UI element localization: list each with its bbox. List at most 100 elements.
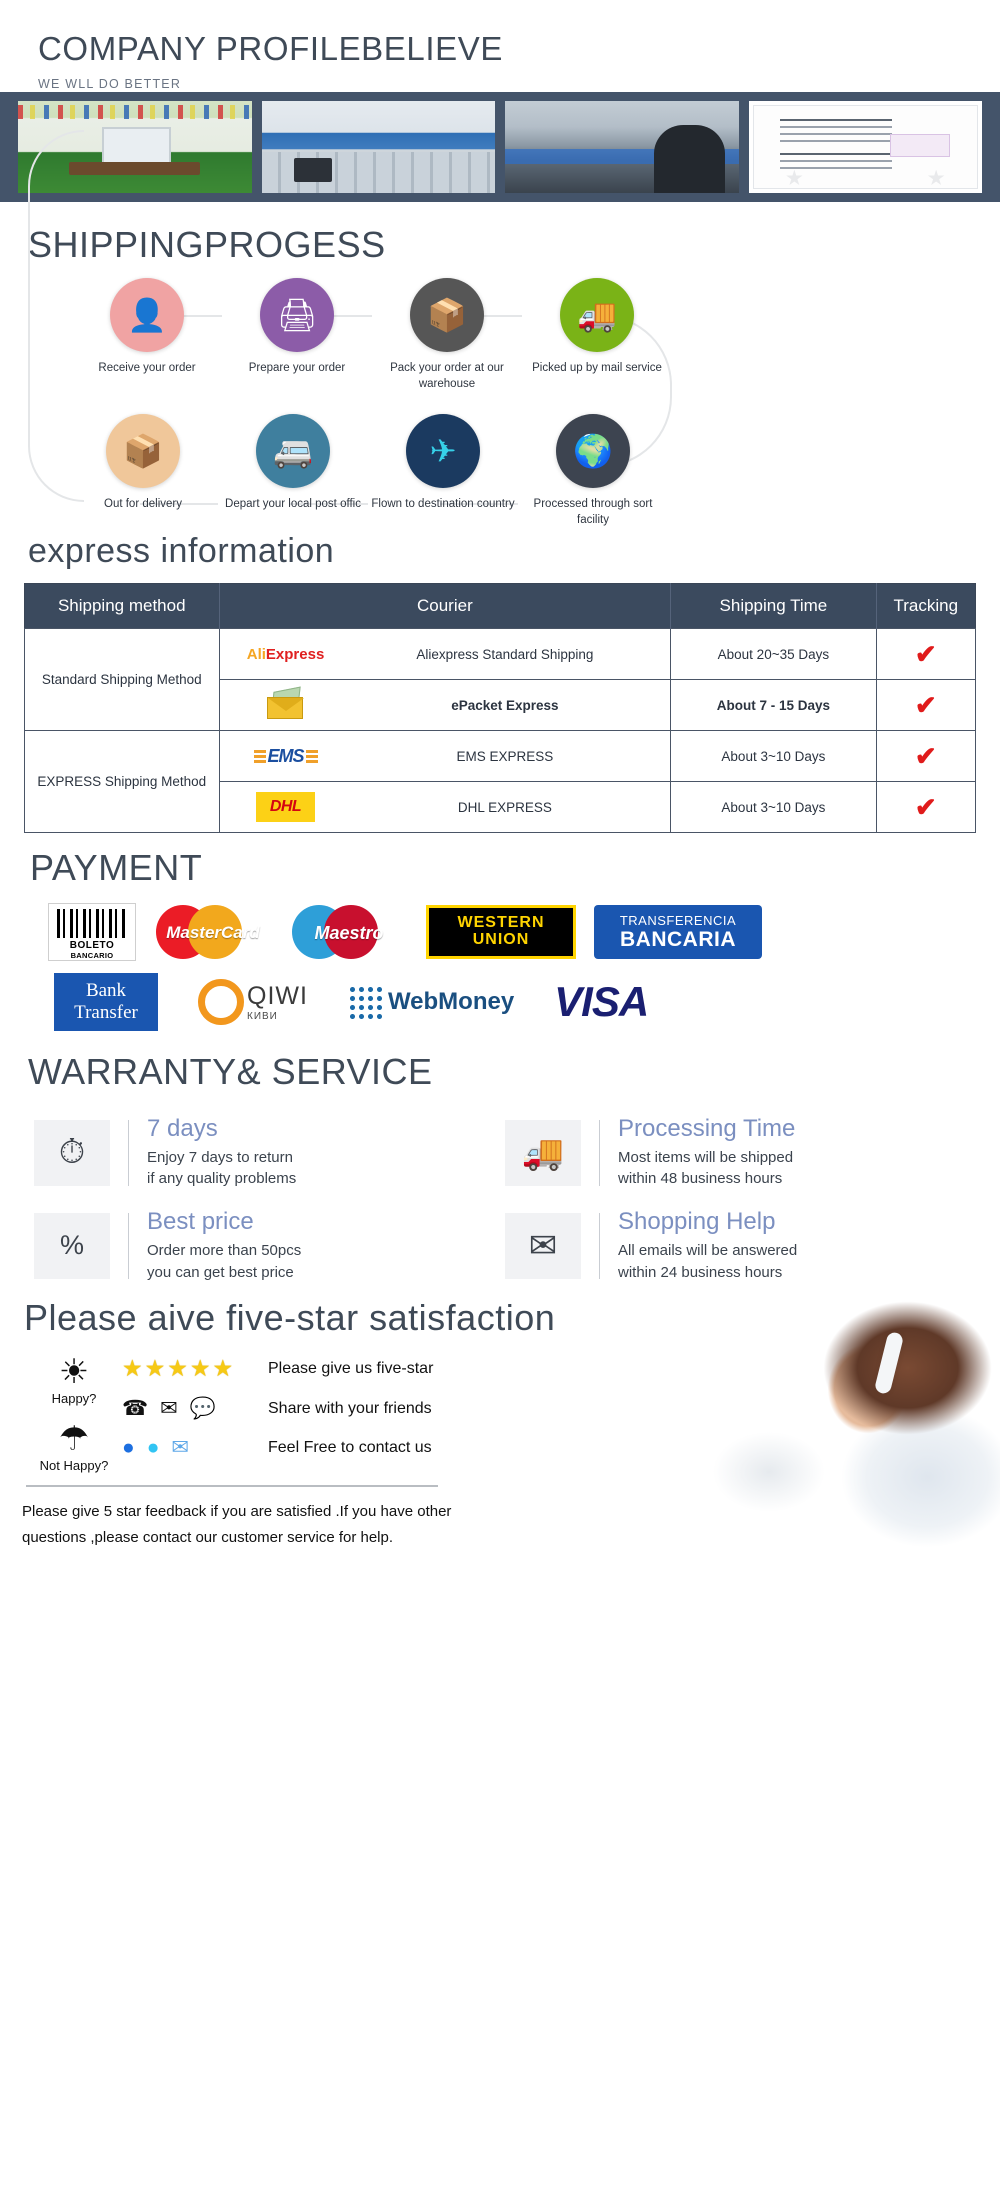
star-icon[interactable]: ★ xyxy=(213,1357,234,1380)
maestro-logo: Maestro xyxy=(290,903,408,961)
warranty-card-line1: Most items will be shipped xyxy=(618,1148,794,1166)
divider xyxy=(26,1485,438,1488)
shipping-step-label: Pack your order at our warehouse xyxy=(390,362,504,390)
cell-courier: ePacket Express xyxy=(218,679,672,732)
delivery-truck-icon: 🚚 xyxy=(505,1119,581,1186)
truck-icon: 🚚 xyxy=(560,278,634,352)
email-icon[interactable]: ✉ xyxy=(171,1437,189,1458)
shipping-step: 👤 Receive your order xyxy=(72,278,222,377)
table-row: Standard Shipping Method AliExpress Alie… xyxy=(24,628,977,732)
feedback-rows: ★ ★ ★ ★ ★ Please give us five-star ☎ ✉ 💬… xyxy=(122,1351,1000,1473)
payment-logos-row-2: Bank Transfer QIWI КИВИ WebMoney VISA xyxy=(0,973,1000,1032)
cell-shipping-time: About 7 - 15 Days xyxy=(670,679,877,732)
mail-icon[interactable]: ✉ xyxy=(160,1398,178,1419)
photo-certificate xyxy=(748,101,982,193)
warranty-card: 🚚 Processing Time Most items will be shi… xyxy=(505,1115,970,1190)
shipping-progress-title: SHIPPINGPROGESS xyxy=(28,224,386,265)
messenger-icon[interactable]: ● xyxy=(122,1437,135,1458)
feedback-row-label: Please give us five-star xyxy=(268,1359,434,1377)
epacket-logo xyxy=(226,686,346,722)
dhl-logo: DHL xyxy=(226,790,346,824)
feedback-row-contact: ● ● ✉ Feel Free to contact us xyxy=(122,1437,1000,1458)
feedback-section: Please aive five-star satisfaction ☀ Hap… xyxy=(0,1283,1000,1551)
bank-transfer-line2: Transfer xyxy=(74,1002,138,1024)
feedback-row-share: ☎ ✉ 💬 Share with your friends xyxy=(122,1398,1000,1419)
bank-transfer-logo: Bank Transfer xyxy=(54,973,158,1032)
warranty-card-heading: 7 days xyxy=(147,1115,218,1143)
column-tracking: Tracking xyxy=(876,583,976,629)
courier-name: DHL EXPRESS xyxy=(457,799,552,815)
warranty-card-line1: All emails will be answered xyxy=(618,1241,798,1259)
ems-logo-text: EMS xyxy=(253,746,318,767)
warranty-card-line2: if any quality problems xyxy=(147,1170,297,1188)
boleto-bancario-logo: BOLETO BANCARIO xyxy=(48,903,136,962)
feedback-note-line2: questions ,please contact our customer s… xyxy=(22,1528,394,1546)
qiwi-line1: QIWI xyxy=(247,982,308,1011)
payment-title: PAYMENT xyxy=(30,847,203,889)
visa-logo-text: VISA xyxy=(554,978,649,1026)
ems-logo: EMS xyxy=(226,739,346,773)
warranty-card-line2: you can get best price xyxy=(147,1263,294,1281)
shipping-flow-row-2: 📦 Out for delivery 🚐 Depart your local p… xyxy=(0,414,1000,528)
cell-courier: AliExpress Aliexpress Standard Shipping xyxy=(218,628,672,681)
feedback-moods: ☀ Happy? ☂ Not Happy? xyxy=(26,1351,122,1473)
aliexpress-logo-ali: Ali xyxy=(246,645,266,663)
shipping-step-label: Picked up by mail service xyxy=(532,362,662,374)
cell-tracking: ✔ xyxy=(875,628,977,681)
van-icon: 🚐 xyxy=(256,414,330,489)
cell-tracking: ✔ xyxy=(875,730,977,783)
payment-logos-row-1: BOLETO BANCARIO MasterCard Maestro WESTE… xyxy=(0,903,1000,962)
shipping-progress-section: SHIPPINGPROGESS 👤 Receive your order 🖨 P… xyxy=(0,130,1000,528)
bank-transfer-line1: Bank xyxy=(85,980,127,1002)
warranty-card-heading: Best price xyxy=(147,1208,254,1236)
shipping-step: 📦 Pack your order at our warehouse xyxy=(372,278,522,392)
transferencia-line2: BANCARIA xyxy=(620,927,736,951)
western-union-line2: UNION xyxy=(472,931,530,949)
feedback-note-line1: Please give 5 star feedback if you are s… xyxy=(22,1503,452,1521)
feedback-note: Please give 5 star feedback if you are s… xyxy=(22,1499,452,1550)
warranty-card-line1: Order more than 50pcs xyxy=(147,1241,302,1259)
shipping-step: 🌍 Processed through sort facility xyxy=(518,414,668,528)
cell-courier: EMS EMS EXPRESS xyxy=(218,730,672,783)
star-icon[interactable]: ★ xyxy=(167,1357,188,1380)
star-icon[interactable]: ★ xyxy=(190,1357,211,1380)
express-information-section: express information Shipping method Cour… xyxy=(0,528,1000,834)
qiwi-logo: QIWI КИВИ xyxy=(198,979,308,1026)
sun-icon: ☀ xyxy=(58,1353,90,1392)
shipping-step: 🚐 Depart your local post offic xyxy=(218,414,368,513)
warranty-card-line2: within 24 business hours xyxy=(618,1263,783,1281)
five-star-rating[interactable]: ★ ★ ★ ★ ★ xyxy=(122,1357,252,1380)
company-photo-band xyxy=(0,92,1000,202)
phone-icon[interactable]: ☎ xyxy=(122,1398,148,1419)
globe-icon: 🌍 xyxy=(556,414,630,489)
warranty-card-heading: Shopping Help xyxy=(618,1208,776,1236)
clock-return-icon: ⏱ xyxy=(34,1119,110,1186)
star-icon[interactable]: ★ xyxy=(145,1357,166,1380)
mood-happy: ☀ Happy? xyxy=(26,1355,122,1406)
transferencia-bancaria-logo: TRANSFERENCIA BANCARIA xyxy=(594,905,762,960)
chat-icon[interactable]: 💬 xyxy=(190,1398,216,1419)
cell-tracking: ✔ xyxy=(875,679,977,732)
check-icon: ✔ xyxy=(914,639,937,670)
skype-icon[interactable]: ● xyxy=(147,1437,160,1458)
star-icon[interactable]: ★ xyxy=(122,1357,143,1380)
shipping-methods-table: Shipping method Courier Shipping Time Tr… xyxy=(24,583,977,834)
table-row: EXPRESS Shipping Method EMS EMS EXPRESS … xyxy=(24,730,977,834)
warranty-card-heading: Processing Time xyxy=(618,1115,796,1143)
page-title: COMPANY PROFILEBELIEVE xyxy=(38,30,503,67)
column-shipping-time: Shipping Time xyxy=(670,583,877,629)
boleto-line2: BANCARIO xyxy=(70,951,114,961)
warranty-cards: ⏱ 7 days Enjoy 7 days to return if any q… xyxy=(0,1115,1000,1283)
shipping-step-label: Prepare your order xyxy=(248,362,346,374)
cell-tracking: ✔ xyxy=(875,781,977,834)
cell-courier: DHL DHL EXPRESS xyxy=(218,781,672,834)
cell-shipping-method: Standard Shipping Method xyxy=(24,628,220,732)
column-courier: Courier xyxy=(219,583,672,629)
webmoney-logo: WebMoney xyxy=(347,985,514,1020)
feedback-row-label: Share with your friends xyxy=(268,1399,432,1417)
courier-name: ePacket Express xyxy=(451,697,559,713)
shipping-step: ✈ Flown to destination country xyxy=(368,414,518,513)
page-subtitle: WE WLL DO BETTER xyxy=(38,77,182,91)
shipping-step: 🖨 Prepare your order xyxy=(222,278,372,377)
column-shipping-method: Shipping method xyxy=(24,583,220,629)
